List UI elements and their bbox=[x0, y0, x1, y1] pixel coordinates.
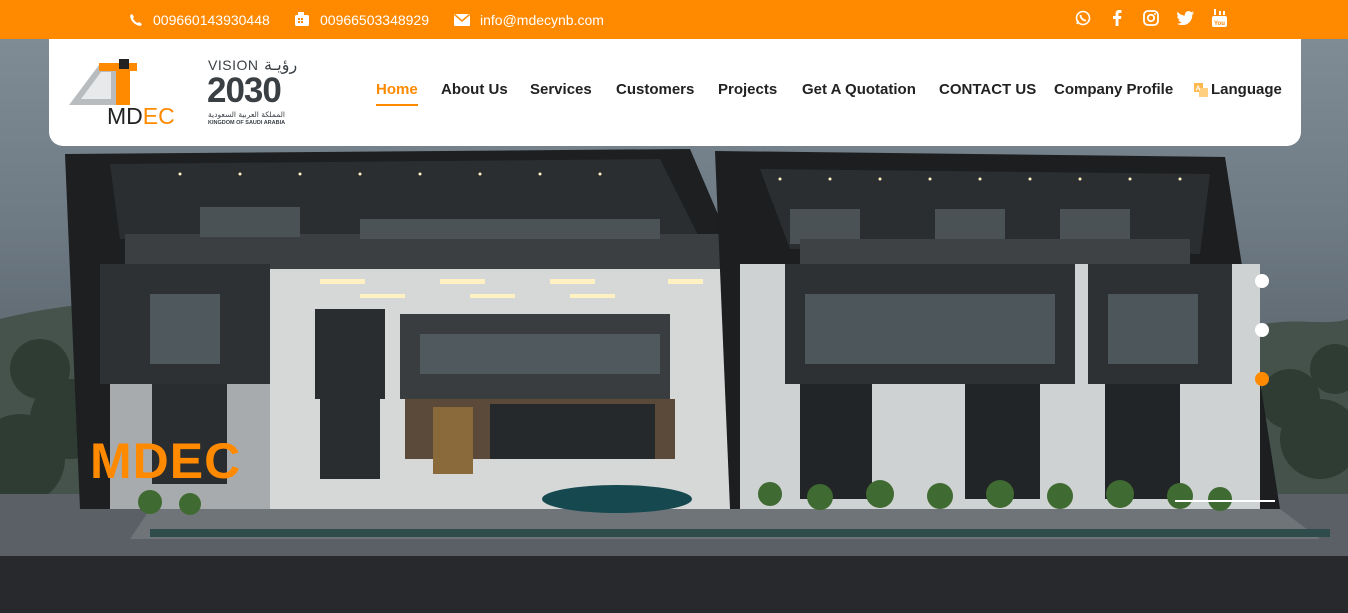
nav-language-label: Language bbox=[1211, 81, 1282, 98]
nav-projects[interactable]: Projects bbox=[718, 81, 777, 98]
hero-title: MDEC bbox=[90, 433, 242, 489]
page-bottom-strip bbox=[0, 556, 1348, 613]
slide-progress-bar bbox=[1175, 500, 1275, 502]
youtube-icon[interactable]: You bbox=[1202, 9, 1236, 27]
top-bar: 009660143930448 00966503348929 info@mdec… bbox=[0, 0, 1348, 39]
phone-icon bbox=[130, 13, 142, 26]
main-navigation: Home About Us Services Customers Project… bbox=[49, 39, 1301, 146]
nav-home[interactable]: Home bbox=[376, 81, 418, 106]
nav-get-a-quotation[interactable]: Get A Quotation bbox=[802, 81, 916, 98]
facebook-icon[interactable] bbox=[1100, 10, 1134, 26]
nav-company-profile[interactable]: Company Profile bbox=[1054, 81, 1173, 98]
translate-icon: A bbox=[1194, 82, 1208, 97]
whatsapp-icon[interactable] bbox=[1066, 10, 1100, 26]
nav-customers[interactable]: Customers bbox=[616, 81, 694, 98]
nav-language[interactable]: A Language bbox=[1194, 81, 1282, 98]
nav-contact-us[interactable]: CONTACT US bbox=[939, 81, 1036, 98]
main-header: MDEC VISION رؤيـة 2030 المملكة العربية ا… bbox=[49, 39, 1301, 146]
slider-dot-2[interactable] bbox=[1255, 323, 1269, 337]
phone-contact-1[interactable]: 009660143930448 bbox=[129, 0, 270, 39]
slider-dot-3[interactable] bbox=[1255, 372, 1269, 386]
social-links: You bbox=[1066, 0, 1236, 36]
svg-text:You: You bbox=[1214, 21, 1225, 27]
instagram-icon[interactable] bbox=[1134, 10, 1168, 26]
twitter-icon[interactable] bbox=[1168, 11, 1202, 25]
email-contact[interactable]: info@mdecynb.com bbox=[454, 0, 604, 39]
fax-icon bbox=[295, 12, 309, 26]
nav-about-us[interactable]: About Us bbox=[441, 81, 508, 98]
nav-services[interactable]: Services bbox=[530, 81, 592, 98]
phone-1-text: 009660143930448 bbox=[153, 11, 270, 28]
slider-dot-1[interactable] bbox=[1255, 274, 1269, 288]
svg-text:A: A bbox=[1196, 85, 1201, 92]
phone-contact-2[interactable]: 00966503348929 bbox=[294, 0, 429, 39]
email-text: info@mdecynb.com bbox=[480, 11, 604, 28]
envelope-icon bbox=[454, 13, 470, 26]
phone-2-text: 00966503348929 bbox=[320, 11, 430, 28]
